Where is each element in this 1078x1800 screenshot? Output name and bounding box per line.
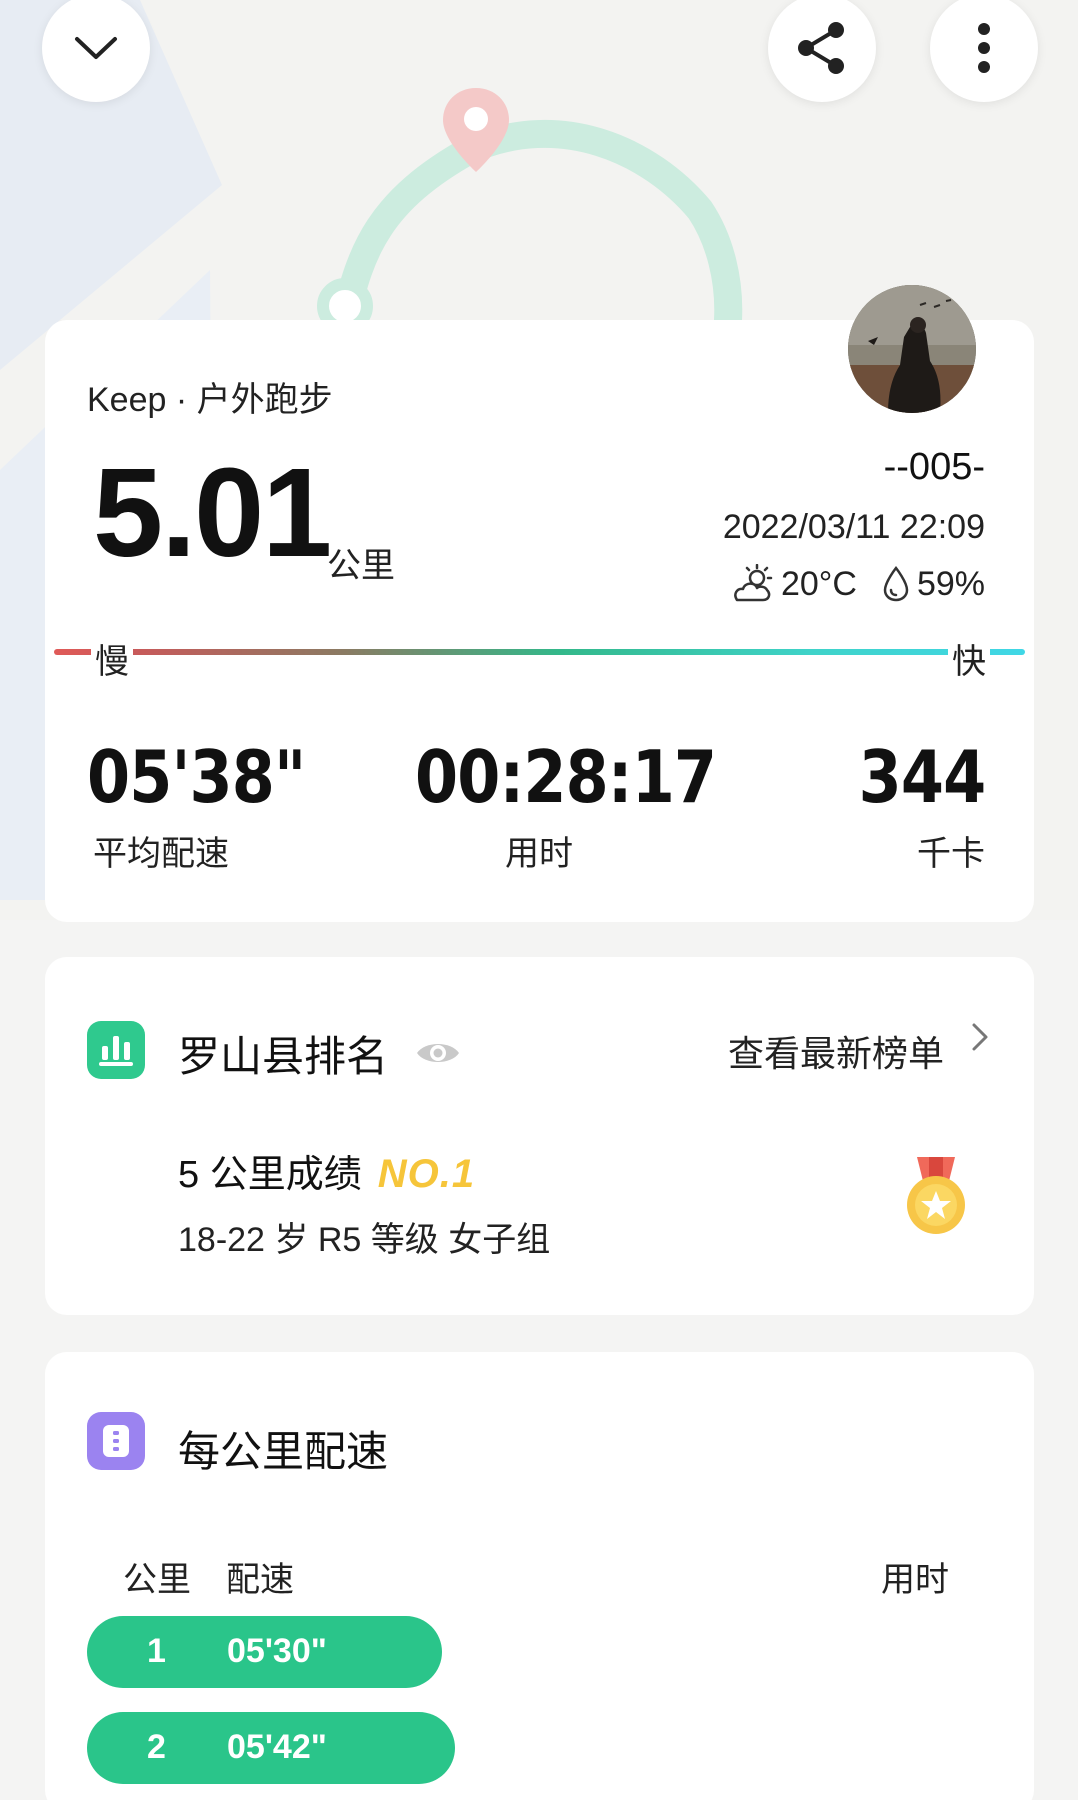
rank-group: 18-22 岁 R5 等级 女子组 [178,1221,551,1259]
column-pace: 配速 [226,1561,294,1599]
duration-value: 00:28:17 [415,735,717,819]
latest-leaderboard-link[interactable]: 查看最新榜单 [728,1025,944,1077]
column-time: 用时 [881,1561,949,1599]
per-km-pace-card: 每公里配速 公里 配速 用时 1 05'30" 2 05'42" [45,1352,1034,1800]
fast-label: 快 [948,634,990,683]
username[interactable]: --005- [884,446,985,489]
distance-unit: 公里 [327,547,395,585]
humidity-drop-icon [883,565,909,602]
distance-value: 5.01 [93,442,332,583]
rank-result-label: 5 公里成绩 [178,1154,362,1196]
calories-label: 千卡 [917,835,985,873]
ranking-card[interactable]: 罗山县排名 查看最新榜单 5 公里成绩 NO.1 18-22 岁 R5 等级 女… [45,957,1034,1315]
split-pace: 05'42" [227,1728,327,1766]
split-row: 1 05'30" [87,1616,442,1688]
split-pace: 05'30" [227,1632,327,1670]
humidity: 59% [916,564,985,603]
ranking-title: 罗山县排名 [178,1033,389,1080]
activity-source: Keep · 户外跑步 [87,381,333,419]
pace-section-title: 每公里配速 [178,1428,389,1475]
rank-number: NO.1 [377,1152,476,1196]
split-row: 2 05'42" [87,1712,455,1784]
duration-label: 用时 [505,835,573,873]
avg-pace-value: 05'38" [87,735,306,819]
more-vertical-icon [978,23,990,73]
slow-label: 慢 [91,634,133,683]
eye-icon[interactable] [415,1037,461,1069]
column-km: 公里 [123,1561,191,1599]
split-km: 1 [147,1632,166,1670]
rank-result: 5 公里成绩 NO.1 [178,1143,475,1198]
pace-gradient-bar [54,649,1025,655]
share-icon [798,22,844,74]
split-km: 2 [147,1728,166,1766]
avg-pace-label: 平均配速 [93,835,229,873]
calories-value: 344 [858,735,986,819]
partly-cloudy-icon [734,564,773,602]
avatar[interactable] [848,285,976,413]
gold-medal-icon [907,1157,965,1234]
run-summary-card: Keep · 户外跑步 5.01 公里 --005- 2022/03/11 22… [45,320,1034,922]
pace-list-icon [87,1412,145,1470]
chevron-right-icon[interactable] [970,1021,990,1053]
ranking-icon [87,1021,145,1079]
chevron-down-icon [75,37,117,59]
weather-info: 20°C 59% [729,564,985,604]
run-datetime: 2022/03/11 22:09 [722,508,985,546]
temperature: 20°C [780,564,857,603]
